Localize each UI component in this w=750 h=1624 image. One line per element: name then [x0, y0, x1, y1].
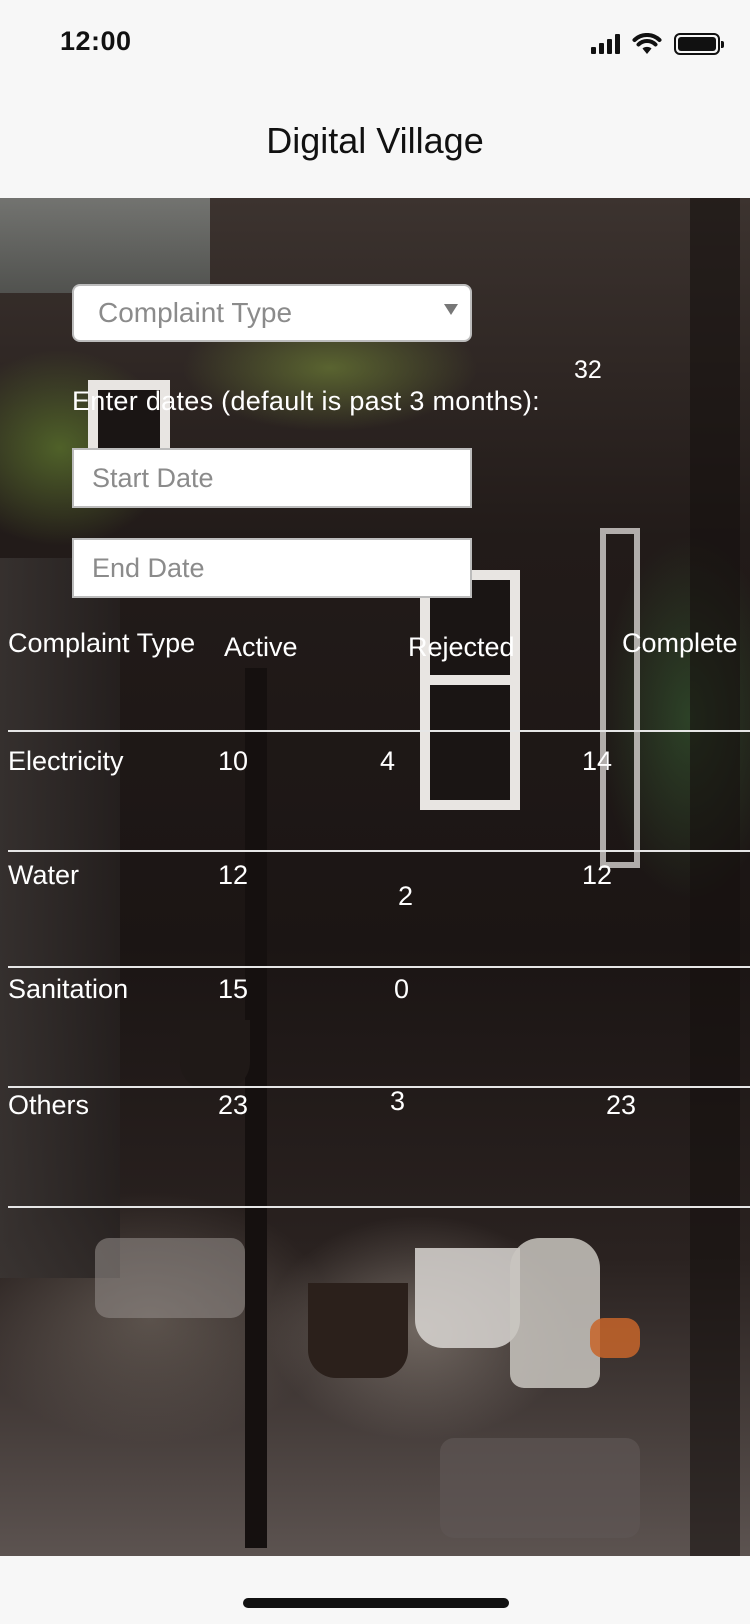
status-time: 12:00 — [60, 26, 132, 56]
app-header: Digital Village — [0, 90, 750, 198]
page-title: Digital Village — [266, 120, 484, 161]
cell-complete: 14 — [582, 746, 613, 776]
cell-active: 23 — [218, 1090, 249, 1120]
status-icons — [591, 32, 724, 56]
cell-type: Water — [8, 860, 80, 890]
wifi-icon — [632, 33, 662, 54]
date-range-label: Enter dates (default is past 3 months): — [72, 386, 540, 416]
cell-rejected: 0 — [394, 974, 410, 1004]
cell-complete: 12 — [582, 860, 613, 890]
cell-complete: 23 — [606, 1090, 637, 1120]
cell-rejected: 4 — [380, 746, 396, 776]
cell-active: 15 — [218, 974, 249, 1004]
table-divider — [8, 730, 750, 732]
cell-rejected: 3 — [390, 1086, 406, 1116]
complaint-type-select[interactable]: Complaint Type — [72, 284, 472, 342]
header-complete: Complete — [622, 628, 738, 658]
cell-active: 10 — [218, 746, 249, 776]
table-divider — [8, 1206, 750, 1208]
home-indicator[interactable] — [243, 1598, 509, 1608]
end-date-input[interactable] — [72, 538, 472, 598]
cell-active: 12 — [218, 860, 249, 890]
header-rejected: Rejected — [408, 632, 515, 662]
cellular-signal-icon — [591, 34, 620, 54]
status-bar: 12:00 — [0, 0, 750, 90]
cell-rejected: 2 — [398, 881, 414, 911]
table-divider — [8, 1086, 750, 1088]
complaint-type-select-value: Complaint Type — [98, 297, 293, 328]
dropdown-arrow-icon — [444, 304, 458, 315]
header-complaint-type: Complaint Type — [8, 628, 196, 658]
battery-icon — [674, 33, 724, 55]
table-divider — [8, 966, 750, 968]
cell-type: Electricity — [8, 746, 124, 776]
cell-type: Sanitation — [8, 974, 129, 1004]
table-divider — [8, 850, 750, 852]
cell-type: Others — [8, 1090, 90, 1120]
header-active: Active — [224, 632, 298, 662]
main-content: Complaint Type Enter dates (default is p… — [0, 198, 750, 1556]
total-count-label: 32 — [574, 356, 602, 384]
start-date-input[interactable] — [72, 448, 472, 508]
